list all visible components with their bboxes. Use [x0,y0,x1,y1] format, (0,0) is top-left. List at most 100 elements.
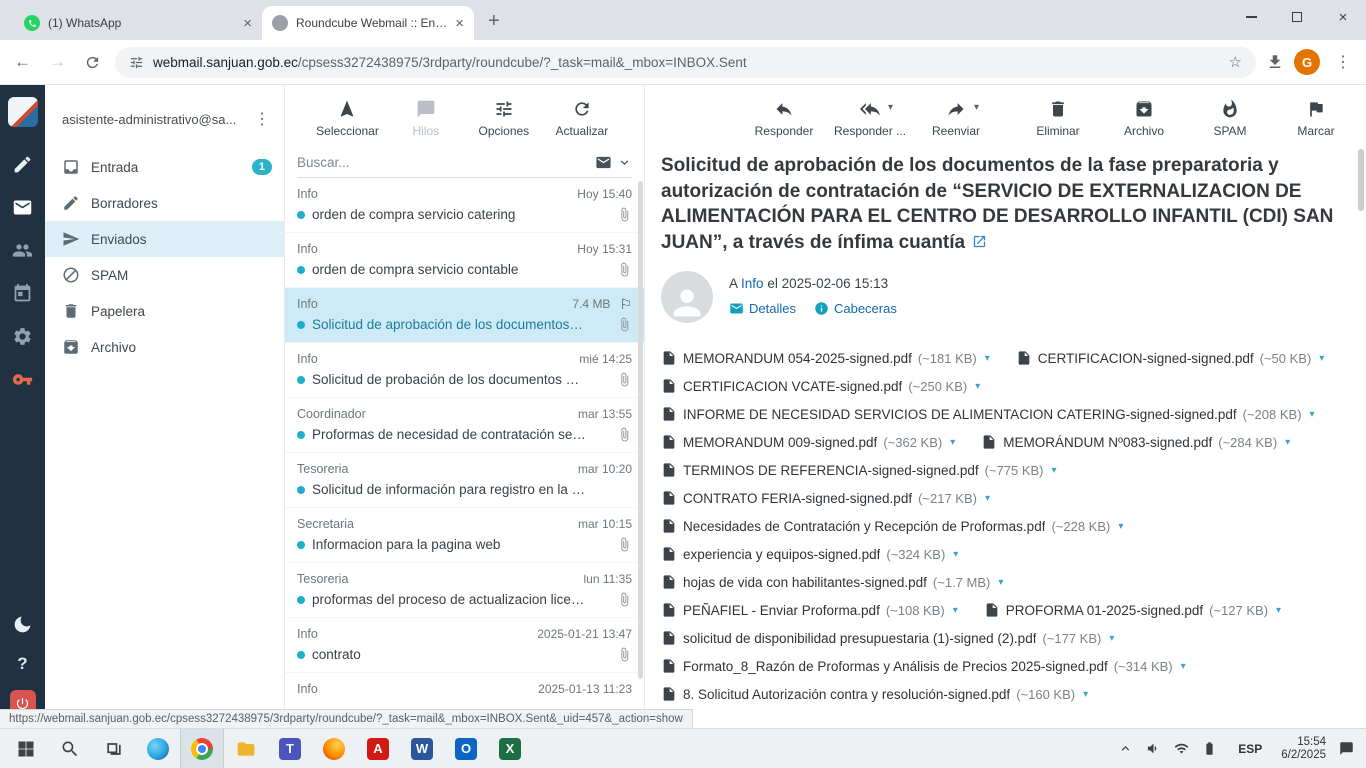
attachment[interactable]: solicitud de disponibilidad presupuestar… [661,624,1114,652]
caret-down-icon[interactable]: ▾ [985,353,990,364]
threads-button[interactable]: Hilos [395,99,457,138]
file-explorer-icon[interactable] [224,729,268,768]
attachment-name[interactable]: CERTIFICACION-signed-signed.pdf [1038,351,1254,366]
network-icon[interactable] [1174,741,1189,756]
taskbar-clock[interactable]: 15:54 6/2/2025 [1281,736,1326,762]
window-close-button[interactable]: × [1320,0,1366,34]
attachment-name[interactable]: INFORME DE NECESIDAD SERVICIOS DE ALIMEN… [683,407,1237,422]
flag-icon[interactable]: ⚐ [619,297,632,311]
attachment-name[interactable]: CONTRATO FERIA-signed-signed.pdf [683,491,912,506]
mark-button[interactable]: Marcar [1285,99,1347,138]
profile-avatar[interactable]: G [1294,49,1320,75]
list-scrollbar[interactable] [638,181,643,679]
notifications-icon[interactable] [1339,741,1354,756]
new-tab-button[interactable]: + [488,10,500,33]
sidebar-item-papelera[interactable]: Papelera [45,293,284,329]
mail-icon[interactable] [12,197,33,218]
caret-down-icon[interactable]: ▾ [1285,437,1290,448]
caret-down-icon[interactable]: ▾ [1276,605,1281,616]
attachment[interactable]: experiencia y equipos-signed.pdf (~324 K… [661,540,958,568]
attachment[interactable]: PEÑAFIEL - Enviar Proforma.pdf (~108 KB)… [661,596,958,624]
caret-down-icon[interactable]: ▾ [1109,633,1114,644]
caret-down-icon[interactable]: ▾ [953,549,958,560]
calendar-icon[interactable] [12,283,33,304]
attachment-name[interactable]: MEMORANDUM 054-2025-signed.pdf [683,351,912,366]
view-scrollbar[interactable] [1358,149,1364,211]
list-item[interactable]: Info 7.4 MB ⚐ Solicitud de aprobación de… [285,288,644,343]
list-item[interactable]: Coordinador mar 13:55 Proformas de neces… [285,398,644,453]
attachment[interactable]: CERTIFICACION-signed-signed.pdf (~50 KB)… [1016,344,1324,372]
outlook-icon[interactable]: O [444,729,488,768]
attachment[interactable]: MEMORÁNDUM Nº083-signed.pdf (~284 KB) ▾ [981,428,1290,456]
attachment-name[interactable]: MEMORÁNDUM Nº083-signed.pdf [1003,435,1212,450]
attachment-name[interactable]: solicitud de disponibilidad presupuestar… [683,631,1036,646]
language-indicator[interactable]: ESP [1238,742,1262,756]
attachment-name[interactable]: hojas de vida con habilitantes-signed.pd… [683,575,927,590]
attachment[interactable]: MEMORANDUM 054-2025-signed.pdf (~181 KB)… [661,344,990,372]
spam-button[interactable]: SPAM [1199,99,1261,138]
list-item[interactable]: Info Hoy 15:40 orden de compra servicio … [285,178,644,233]
list-item[interactable]: Tesoreria mar 10:20 Solicitud de informa… [285,453,644,508]
caret-down-icon[interactable]: ▾ [888,102,893,113]
close-tab-icon[interactable]: × [455,16,464,31]
dark-mode-icon[interactable] [12,614,33,635]
attachment[interactable]: INFORME DE NECESIDAD SERVICIOS DE ALIMEN… [661,400,1315,428]
recipient-link[interactable]: Info [741,276,764,291]
caret-down-icon[interactable]: ▾ [1118,521,1123,532]
attachment-name[interactable]: experiencia y equipos-signed.pdf [683,547,880,562]
acrobat-icon[interactable]: A [356,729,400,768]
refresh-list-button[interactable]: Actualizar [551,99,613,138]
caret-down-icon[interactable]: ▾ [998,577,1003,588]
firefox-icon[interactable] [312,729,356,768]
details-toggle[interactable]: Detalles [729,301,796,316]
list-item[interactable]: Info 2025-01-21 13:47 contrato [285,618,644,673]
attachment[interactable]: 8. Solicitud Autorización contra y resol… [661,680,1088,708]
sidebar-item-archivo[interactable]: Archivo [45,329,284,365]
attachment[interactable]: CERTIFICACION VCATE-signed.pdf (~250 KB)… [661,372,980,400]
refresh-icon[interactable] [84,54,101,71]
forward-button[interactable]: ▾ Reenviar [925,99,987,138]
sidebar-item-entrada[interactable]: Entrada 1 [45,149,284,185]
search-icon[interactable] [48,729,92,768]
chrome-icon[interactable] [180,729,224,768]
attachment[interactable]: hojas de vida con habilitantes-signed.pd… [661,568,1003,596]
tab-whatsapp[interactable]: (1) WhatsApp × [14,6,262,40]
search-input[interactable] [297,154,595,170]
account-menu-icon[interactable]: ⋮ [248,109,276,129]
window-maximize-button[interactable] [1274,0,1320,34]
list-item[interactable]: Secretaria mar 10:15 Informacion para la… [285,508,644,563]
search-scope-mail-icon[interactable] [595,154,612,171]
battery-icon[interactable] [1202,741,1217,756]
options-button[interactable]: Opciones [473,99,535,138]
caret-down-icon[interactable]: ▾ [950,437,955,448]
window-minimize-button[interactable] [1228,0,1274,34]
attachment-name[interactable]: Formato_8_Razón de Proformas y Análisis … [683,659,1108,674]
teams-icon[interactable]: T [268,729,312,768]
download-icon[interactable] [1266,53,1284,71]
attachment[interactable]: Formato_8_Razón de Proformas y Análisis … [661,652,1186,680]
tab-roundcube[interactable]: Roundcube Webmail :: Enviados × [262,6,474,40]
task-view-icon[interactable] [92,729,136,768]
external-link-icon[interactable] [972,234,987,249]
caret-down-icon[interactable]: ▾ [1052,465,1057,476]
reply-all-button[interactable]: ▾ Responder ... [834,99,906,138]
caret-down-icon[interactable]: ▾ [974,102,979,113]
caret-down-icon[interactable]: ▾ [953,605,958,616]
attachment[interactable]: Necesidades de Contratación y Recepción … [661,512,1123,540]
sidebar-item-spam[interactable]: SPAM [45,257,284,293]
caret-down-icon[interactable]: ▾ [1181,661,1186,672]
password-key-icon[interactable] [12,369,33,390]
caret-down-icon[interactable]: ▾ [1083,689,1088,700]
caret-down-icon[interactable]: ▾ [985,493,990,504]
attachment-name[interactable]: 8. Solicitud Autorización contra y resol… [683,687,1010,702]
chevron-down-icon[interactable] [617,155,632,170]
settings-icon[interactable] [12,326,33,347]
site-settings-icon[interactable] [129,55,144,70]
attachment-name[interactable]: TERMINOS DE REFERENCIA-signed-signed.pdf [683,463,979,478]
help-icon[interactable]: ? [17,654,27,674]
caret-down-icon[interactable]: ▾ [975,381,980,392]
attachment[interactable]: MEMORANDUM 009-signed.pdf (~362 KB) ▾ [661,428,955,456]
list-item[interactable]: Info Hoy 15:31 orden de compra servicio … [285,233,644,288]
attachment-name[interactable]: MEMORANDUM 009-signed.pdf [683,435,877,450]
caret-down-icon[interactable]: ▾ [1319,353,1324,364]
